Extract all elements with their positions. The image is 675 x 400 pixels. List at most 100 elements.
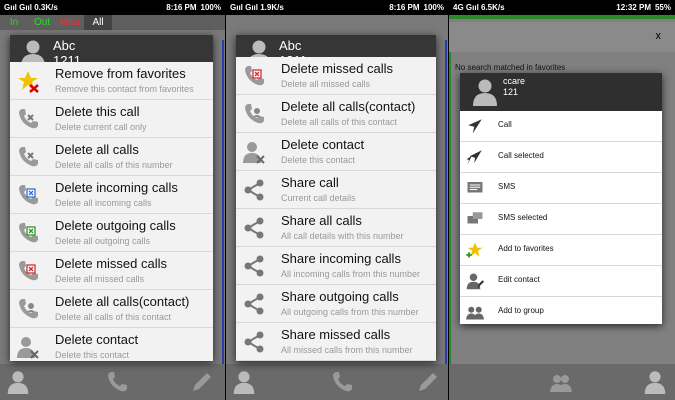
menu-item-share-incoming-calls[interactable]: Share incoming calls All incoming calls f…	[236, 247, 436, 285]
status-bar: Gııl Gııl 1.9K/s 8:16 PM 100%	[226, 0, 448, 15]
missed-delete-icon	[242, 64, 266, 88]
menu-item-title: Delete this call	[55, 104, 140, 119]
outgoing-delete-icon	[16, 221, 40, 245]
share-icon	[242, 254, 266, 278]
contact-name: Abc	[279, 38, 302, 53]
sms-icon	[467, 182, 483, 193]
menu-item-subtitle: Delete this contact	[55, 350, 130, 360]
menu-item-sms[interactable]: SMS	[460, 173, 662, 204]
status-time: 8:16 PM	[166, 3, 197, 12]
menu-item-title: Delete missed calls	[281, 61, 393, 76]
dial-icon[interactable]	[105, 370, 129, 394]
menu-item-subtitle: Delete all calls of this number	[55, 160, 173, 170]
menu-item-call[interactable]: Call	[460, 111, 662, 142]
close-button[interactable]: x	[656, 30, 662, 42]
menu-item-subtitle: Current call details	[281, 193, 356, 203]
group-icon[interactable]	[549, 370, 573, 394]
menu-item-delete-all-calls[interactable]: Delete all calls Delete all calls of this…	[10, 138, 213, 176]
menu-item-title: Share call	[281, 175, 339, 190]
contact-sort-icon[interactable]	[6, 370, 30, 394]
dial-icon[interactable]	[330, 370, 354, 394]
call-log-tabs: In Out Miss All	[0, 15, 225, 30]
star-remove-icon	[18, 71, 39, 93]
menu-item-edit-contact[interactable]: Edit contact	[460, 266, 662, 297]
call-arrow-icon	[468, 119, 482, 134]
dialog-header: ccare 121	[460, 73, 662, 111]
menu-item-title: Delete contact	[55, 332, 139, 347]
contact-sort-icon[interactable]	[643, 370, 667, 394]
contact-options-dialog: Abc 1211 Delete missed callsDelete all m…	[236, 35, 436, 361]
contact-calls-delete-icon	[242, 102, 266, 126]
menu-item-share-outgoing-calls[interactable]: Share outgoing calls All outgoing calls f…	[236, 285, 436, 323]
menu-item-share-missed-calls[interactable]: Share missed calls All missed calls from …	[236, 323, 436, 361]
menu-item-delete-contact[interactable]: Delete contact Delete this contact	[236, 133, 436, 171]
tab-all[interactable]: All	[84, 15, 112, 30]
menu-item-sms-selected[interactable]: SMS selected	[460, 204, 662, 235]
contact-calls-delete-icon	[16, 297, 40, 321]
menu-item-delete-all-calls-contact[interactable]: Delete all calls(contact) Delete all call…	[10, 290, 213, 328]
menu-item-subtitle: Delete current call only	[55, 122, 147, 132]
status-signal: Gııl Gııl 0.3K/s	[4, 3, 58, 12]
phone-delete-icon	[16, 107, 40, 131]
menu-item-title: Delete all calls(contact)	[281, 99, 416, 114]
menu-item-share-all-calls[interactable]: Share all calls All call details with thi…	[236, 209, 436, 247]
menu-item-title: Share incoming calls	[281, 251, 401, 266]
accent-line	[449, 52, 451, 364]
status-bar: Gııl Gııl 0.3K/s 8:16 PM 100%	[0, 0, 225, 15]
scroll-line	[222, 40, 224, 364]
tab-in[interactable]: In	[0, 15, 28, 30]
menu-item-share-call[interactable]: Share call Current call details	[236, 171, 436, 209]
menu-item-delete-missed-calls[interactable]: Delete missed calls Delete all missed cal…	[10, 252, 213, 290]
menu-item-delete-incoming-calls[interactable]: Delete incoming calls Delete all incoming…	[10, 176, 213, 214]
share-icon	[242, 292, 266, 316]
menu-item-add-to-favorites[interactable]: Add to favorites	[460, 235, 662, 266]
menu-item-delete-missed-calls[interactable]: Delete missed calls Delete all missed cal…	[236, 57, 436, 95]
menu-item-add-to-group[interactable]: Add to group	[460, 297, 662, 324]
add-group-icon	[466, 306, 484, 320]
status-time: 8:16 PM	[389, 3, 420, 12]
phone-delete-icon	[16, 145, 40, 169]
incoming-delete-icon	[16, 183, 40, 207]
edit-icon[interactable]	[416, 370, 440, 394]
menu-item-subtitle: Delete all calls of this contact	[55, 312, 172, 322]
accent-bar	[449, 15, 675, 19]
menu-item-call-selected[interactable]: Call selected	[460, 142, 662, 173]
contact-sort-icon[interactable]	[232, 370, 256, 394]
menu-item-delete-contact[interactable]: Delete contact Delete this contact	[10, 328, 213, 361]
menu-item-delete-outgoing-calls[interactable]: Delete outgoing calls Delete all outgoing…	[10, 214, 213, 252]
menu-item-subtitle: All missed calls from this number	[281, 345, 413, 355]
menu-item-subtitle: Delete all outgoing calls	[55, 236, 151, 246]
share-icon	[242, 178, 266, 202]
status-battery: 55%	[654, 3, 671, 12]
tab-miss[interactable]: Miss	[56, 15, 84, 30]
menu-item-title: SMS	[498, 182, 516, 191]
menu-item-delete-this-call[interactable]: Delete this call Delete current call only	[10, 100, 213, 138]
edit-icon[interactable]	[190, 370, 214, 394]
menu-item-title: Add to favorites	[498, 244, 554, 253]
menu-item-remove-from-favorites[interactable]: Remove from favorites Remove this contact…	[10, 62, 213, 100]
menu-item-subtitle: Delete this contact	[281, 155, 356, 165]
menu-item-subtitle: All incoming calls from this number	[281, 269, 421, 279]
contact-delete-icon	[243, 142, 265, 164]
menu-item-title: Edit contact	[498, 275, 540, 284]
missed-delete-icon	[16, 259, 40, 283]
contact-name: ccare	[503, 76, 526, 86]
menu-item-title: SMS selected	[498, 213, 548, 222]
menu-item-delete-all-calls-contact[interactable]: Delete all calls(contact) Delete all call…	[236, 95, 436, 133]
edit-contact-icon	[466, 273, 484, 290]
contact-actions-dialog: ccare 121 Call Call selected SMS SMS select…	[460, 73, 662, 324]
add-favorite-icon	[466, 242, 483, 258]
share-icon	[242, 330, 266, 354]
status-signal: Gııl Gııl 1.9K/s	[230, 3, 284, 12]
tab-out[interactable]: Out	[28, 15, 56, 30]
screen-3: 4G Gııl 6.5K/s 12:32 PM 55% x No search …	[449, 0, 675, 400]
menu-item-title: Call selected	[498, 151, 544, 160]
menu-item-title: Delete all calls(contact)	[55, 294, 190, 309]
menu-item-title: Delete missed calls	[55, 256, 167, 271]
share-icon	[242, 216, 266, 240]
contact-options-dialog: Abc 1211 Remove from favorites Remove thi…	[10, 35, 213, 361]
screen-1: Gııl Gııl 0.3K/s 8:16 PM 100% In Out Mis…	[0, 0, 225, 400]
search-header: x	[449, 22, 675, 52]
scroll-line	[445, 40, 447, 364]
option-list: Remove from favorites Remove this contact…	[10, 62, 213, 361]
